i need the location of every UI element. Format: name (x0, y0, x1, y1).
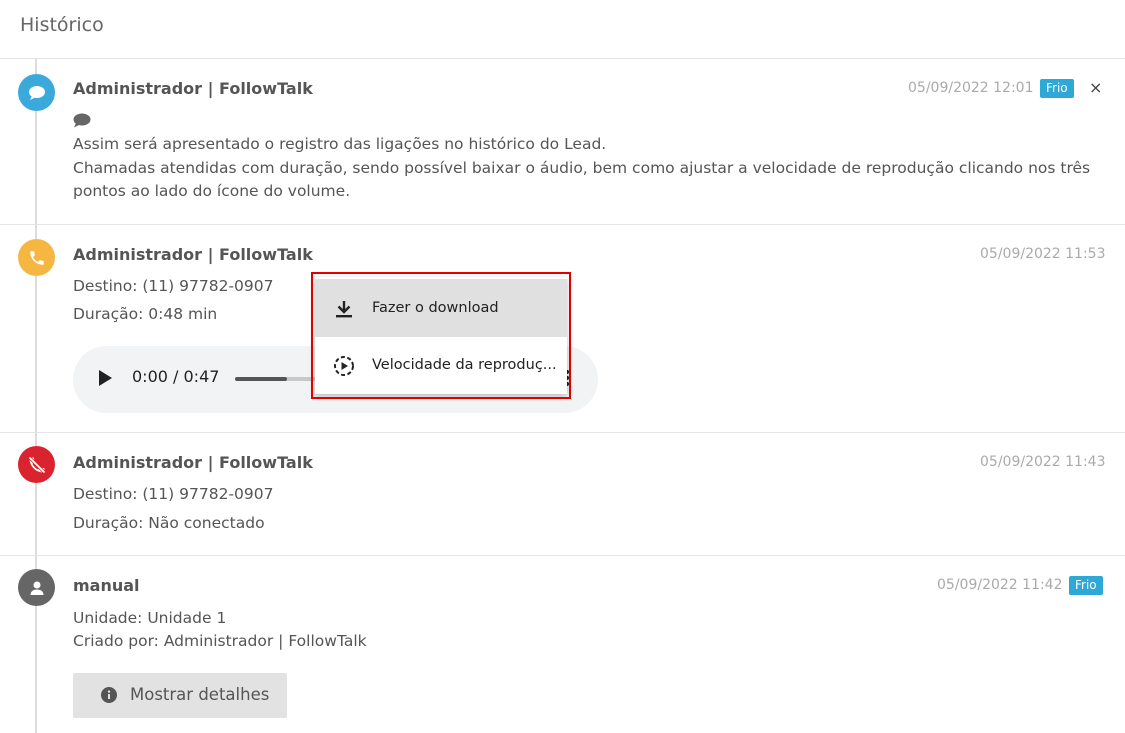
duration-text: Duração: Não conectado (73, 514, 265, 532)
comment-icon (73, 113, 91, 132)
history-header: Histórico (0, 0, 1125, 59)
history-entry-missed-call: Administrador | FollowTalk 05/09/2022 11… (0, 433, 1125, 556)
audio-progress-fill (235, 377, 287, 381)
entry-author: Administrador | FollowTalk (73, 453, 313, 472)
audio-time: 0:00 / 0:47 (132, 367, 220, 386)
highlight-outline (311, 272, 571, 399)
status-badge: Frio (1069, 576, 1103, 595)
entry-text-line: pontos ao lado do ícone do volume. (73, 182, 351, 200)
user-icon (18, 569, 55, 606)
show-details-button[interactable]: Mostrar detalhes (73, 673, 287, 718)
entry-text-line: Chamadas atendidas com duração, sendo po… (73, 159, 1091, 177)
destination-text: Destino: (11) 97782-0907 (73, 277, 274, 295)
entry-timestamp: 05/09/2022 11:53 (980, 246, 1106, 262)
entry-author: manual (73, 576, 140, 595)
created-by-text: Criado por: Administrador | FollowTalk (73, 632, 367, 650)
destination-text: Destino: (11) 97782-0907 (73, 485, 274, 503)
status-badge: Frio (1040, 79, 1074, 98)
entry-text-line: Assim será apresentado o registro das li… (73, 135, 607, 153)
page-title: Histórico (20, 14, 104, 36)
chat-avatar-icon (18, 74, 55, 111)
info-icon (101, 687, 117, 703)
history-entry-note: Administrador | FollowTalk 05/09/2022 12… (0, 59, 1125, 225)
entry-timestamp: 05/09/2022 11:42 (937, 577, 1063, 593)
play-icon[interactable] (99, 370, 112, 386)
show-details-label: Mostrar detalhes (130, 685, 270, 704)
audio-progress-slider[interactable] (235, 377, 320, 381)
entry-timestamp: 05/09/2022 11:43 (980, 454, 1106, 470)
duration-text: Duração: 0:48 min (73, 305, 218, 323)
entry-author: Administrador | FollowTalk (73, 245, 313, 264)
history-entry-manual: manual 05/09/2022 11:42 Frio Unidade: Un… (0, 556, 1125, 733)
entry-author: Administrador | FollowTalk (73, 79, 313, 98)
phone-icon (18, 239, 55, 276)
close-icon[interactable]: × (1089, 78, 1102, 97)
entry-timestamp: 05/09/2022 12:01 (908, 80, 1034, 96)
unit-text: Unidade: Unidade 1 (73, 609, 227, 627)
missed-call-icon (18, 446, 55, 483)
